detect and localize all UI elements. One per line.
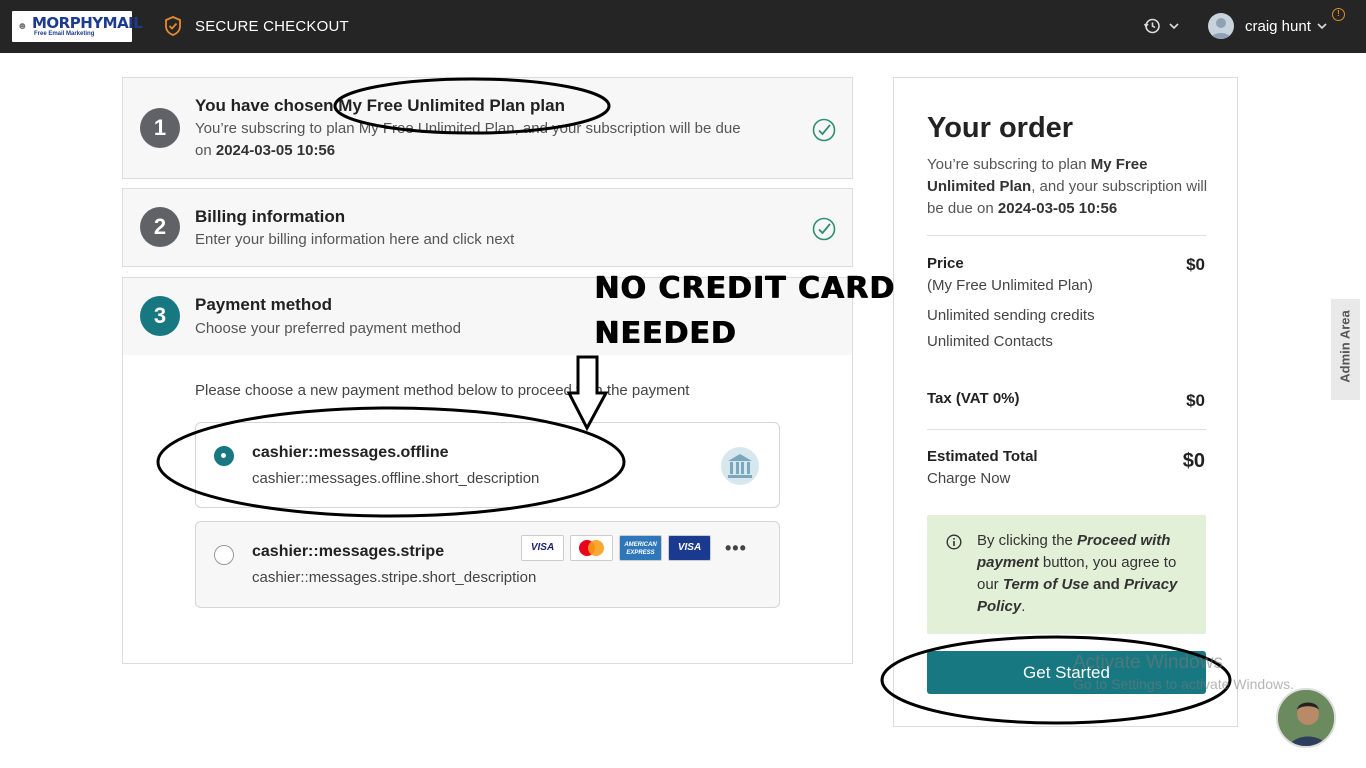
divider [927, 235, 1206, 236]
step-2-billing-panel[interactable]: 2 Billing information Enter your billing… [122, 188, 853, 267]
tax-value: $0 [1186, 391, 1205, 410]
feature-credits: Unlimited sending credits [927, 307, 1095, 324]
total-sub: Charge Now [927, 470, 1011, 487]
terms-and: and [1089, 576, 1125, 593]
secure-checkout-label: SECURE CHECKOUT [164, 16, 349, 36]
admin-area-tab[interactable]: Admin Area [1331, 299, 1360, 400]
price-plan: (My Free Unlimited Plan) [927, 277, 1093, 294]
feature-contacts: Unlimited Contacts [927, 333, 1053, 350]
user-avatar [1208, 13, 1234, 39]
stripe-title: cashier::messages.stripe [252, 543, 445, 560]
step-1-due-date: 2024-03-05 10:56 [215, 142, 336, 159]
person-photo-icon [1278, 690, 1334, 746]
total-label: Estimated Total [927, 448, 1038, 465]
visa-card-icon: VISA [668, 535, 711, 561]
history-icon [1143, 18, 1160, 34]
tax-label: Tax (VAT 0%) [927, 390, 1020, 407]
step-2-number: 2 [140, 207, 180, 247]
step-1-subtitle: You’re subscring to plan My Free Unlimit… [195, 118, 805, 162]
annotation-line2: NEEDED [594, 316, 737, 351]
terms-note: By clicking the Proceed with payment but… [927, 515, 1206, 634]
bank-icon [721, 447, 759, 485]
notification-alert-icon[interactable]: ! [1332, 8, 1345, 21]
divider [927, 429, 1206, 430]
visa-card-icon: VISA [521, 535, 564, 561]
check-circle-icon [812, 217, 836, 241]
annotation-line1: NO CREDIT CARD [594, 271, 895, 306]
terms-of-use-link[interactable]: Term of Use [1003, 576, 1089, 593]
step-2-title: Billing information [195, 207, 346, 226]
user-name: craig hunt [1245, 17, 1311, 35]
step-2-subtitle: Enter your billing information here and … [195, 231, 515, 248]
step-1-number: 1 [140, 108, 180, 148]
support-avatar-bubble[interactable] [1276, 688, 1336, 748]
logo-people-icon: ☻ [17, 21, 28, 32]
order-desc-prefix: You’re subscring to plan [927, 156, 1091, 173]
price-value: $0 [1186, 255, 1205, 274]
order-description: You’re subscring to plan My Free Unlimit… [927, 154, 1212, 220]
step-3-number: 3 [140, 296, 180, 336]
step-3-title: Payment method [195, 295, 332, 314]
total-value: $0 [1182, 450, 1205, 472]
stripe-description: cashier::messages.stripe.short_descripti… [252, 569, 537, 586]
step-1-title: You have chosen My Free Unlimited Plan p… [195, 96, 565, 115]
card-logos: VISA AMERICAN EXPRESS VISA ••• [521, 535, 747, 561]
admin-area-label: Admin Area [1337, 310, 1353, 383]
user-menu[interactable]: craig hunt [1208, 13, 1327, 39]
order-heading: Your order [927, 112, 1074, 144]
history-menu[interactable] [1143, 17, 1179, 35]
order-due-date: 2024-03-05 10:56 [997, 200, 1118, 217]
avatar-person-icon [1211, 18, 1231, 39]
step-1-plan-panel: 1 You have chosen My Free Unlimited Plan… [122, 77, 853, 179]
chevron-down-icon [1169, 23, 1179, 30]
step-3-subtitle: Choose your preferred payment method [195, 320, 461, 337]
terms-prefix: By clicking the [977, 532, 1078, 549]
terms-text: By clicking the Proceed with payment but… [977, 530, 1192, 618]
chevron-down-icon [1317, 23, 1327, 30]
logo-brand-text: MORPHYMAIL [32, 14, 143, 32]
amex-card-icon: AMERICAN EXPRESS [619, 535, 662, 561]
shield-check-icon [165, 16, 181, 36]
top-navigation-bar: ☻ MORPHYMAIL Free Email Marketing SECURE… [0, 0, 1366, 53]
offline-title: cashier::messages.offline [252, 444, 449, 461]
payment-option-stripe[interactable]: cashier::messages.stripe cashier::messag… [195, 521, 780, 608]
check-circle-icon [812, 118, 836, 142]
offline-description: cashier::messages.offline.short_descript… [252, 470, 540, 487]
morphymail-logo[interactable]: ☻ MORPHYMAIL Free Email Marketing [12, 11, 143, 42]
payment-option-offline[interactable]: cashier::messages.offline cashier::messa… [195, 422, 780, 508]
activation-watermark-subtitle: Go to Settings to activate Windows. [1073, 676, 1294, 692]
order-summary-panel: Your order You’re subscring to plan My F… [893, 77, 1238, 727]
stripe-radio[interactable] [214, 545, 234, 565]
mastercard-icon [570, 535, 613, 561]
payment-instruction: Please choose a new payment method below… [195, 382, 690, 399]
terms-end: . [1021, 598, 1026, 615]
offline-radio[interactable] [214, 446, 234, 466]
more-cards-icon: ••• [725, 537, 747, 558]
step-1-subtitle-on: on [195, 142, 216, 159]
secure-checkout-text: SECURE CHECKOUT [195, 17, 349, 35]
price-label: Price [927, 255, 964, 272]
activation-watermark-title: Activate Windows [1073, 652, 1223, 673]
step-1-subtitle-line1: You’re subscring to plan My Free Unlimit… [195, 120, 741, 137]
info-icon [946, 534, 962, 550]
payment-methods-body [122, 355, 853, 664]
logo-tagline: Free Email Marketing [34, 31, 95, 37]
